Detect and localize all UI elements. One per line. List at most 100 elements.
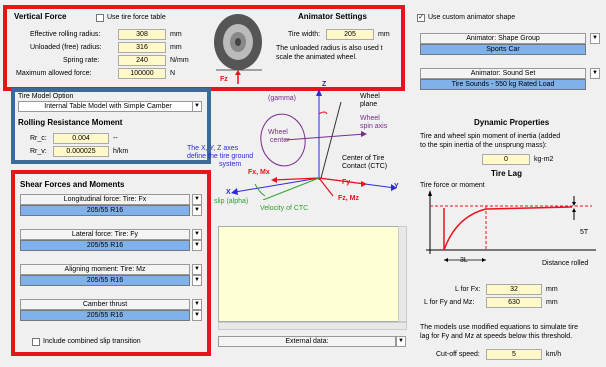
rolling-resistance-title: Rolling Resistance Moment [18,118,123,127]
sound-set-label: Animator: Sound Set [420,68,586,79]
tire-lag-chart [426,190,596,262]
camber-thrust-label: Camber thrust [20,299,190,310]
tire-width-input[interactable]: 205 [326,29,374,40]
vertical-force-title: Vertical Force [14,12,67,21]
lateral-force-label: Lateral force: Tire: Fy [20,229,190,240]
lag-note-2: lag for Fy and Mz at speeds below this t… [420,333,573,340]
fx-mx-label: Fx, Mx [248,169,270,176]
aligning-moment-value[interactable]: 205/55 R16 [20,275,190,286]
shape-group-dropdown-arrow[interactable]: ▼ [590,33,600,44]
l-fx-input[interactable]: 32 [486,284,542,295]
ctc-label-2: Contact (CTC) [342,163,388,170]
external-data-arrow[interactable]: ▼ [396,336,406,347]
tire-model-option-label: Tire Model Option [18,93,74,100]
fz-label: Fz [220,76,228,83]
tire-illustration [214,14,262,84]
longitudinal-force-arrow[interactable]: ▼ [192,194,202,205]
use-tire-force-table-label: Use tire force table [107,14,166,21]
tire-axes-diagram [231,89,397,200]
velocity-ctc-label: Velocity of CTC [260,205,309,212]
notes-vertical-scrollbar[interactable] [398,226,407,322]
wheel-plane-label-2: plane [360,101,378,108]
spin-axis-label-2: spin axis [360,123,388,130]
inertia-text-2: to the spin inertia of the unsprung mass… [420,142,547,149]
tire-lag-title: Tire Lag [491,169,522,178]
x-axis-label: X [226,189,231,196]
slip-alpha-label: slip (alpha) [214,198,249,205]
lag-chart-3l-label: 3L [460,257,468,264]
l-fymz-input[interactable]: 630 [486,297,542,308]
tire-model-option-arrow[interactable]: ▼ [192,101,202,112]
y-axis-label: Y [394,183,399,190]
z-axis-label: Z [322,81,327,88]
lateral-force-arrow[interactable]: ▼ [192,229,202,240]
shape-group-value[interactable]: Sports Car [420,44,586,55]
unloaded-radius-unit: mm [170,44,182,51]
cutoff-speed-unit: km/h [546,351,562,358]
custom-animator-shape-checkbox[interactable]: ✓ [417,14,425,22]
fz-mz-label: Fz, Mz [338,195,359,202]
l-fymz-label: L for Fy and Mz: [424,299,475,306]
spring-rate-label: Spring rate: [63,57,100,64]
unloaded-radius-note-1: The unloaded radius is also used t [276,45,383,52]
notes-textarea[interactable] [218,226,407,322]
lag-chart-x-label: Distance rolled [542,260,589,267]
longitudinal-force-label: Longitudinal force: Tire: Fx [20,194,190,205]
cutoff-speed-label: Cut-off speed: [436,351,480,358]
camber-thrust-arrow[interactable]: ▼ [192,299,202,310]
gamma-label: (gamma) [268,95,297,102]
lag-chart-5t-label: 5T [580,229,589,236]
shear-forces-title: Shear Forces and Moments [20,180,125,189]
effective-rolling-radius-unit: mm [170,31,182,38]
wheel-center-label-2: center [270,137,290,144]
l-fx-unit: mm [546,286,558,293]
rr-v-label: Rr_v: [30,148,47,155]
l-fx-label: L for Fx: [455,286,481,293]
combined-slip-checkbox[interactable] [32,338,40,346]
longitudinal-force-value[interactable]: 205/55 R16 [20,205,190,216]
tire-model-option-dropdown[interactable]: Internal Table Model with Simple Camber [18,101,198,112]
custom-animator-shape-label: Use custom animator shape [428,14,516,21]
sound-set-value[interactable]: Tire Sounds - 550 kg Rated Load [420,79,586,90]
aligning-moment-arrow[interactable]: ▼ [192,264,202,275]
max-force-input[interactable]: 100000 [118,68,166,79]
effective-rolling-radius-label: Effective rolling radius: [30,31,101,38]
inertia-input[interactable]: 0 [482,154,530,165]
unloaded-radius-label: Unloaded (free) radius: [30,44,102,51]
sound-set-dropdown-arrow[interactable]: ▼ [590,68,600,79]
unloaded-radius-note-2: scale the animated wheel. [276,54,357,61]
rr-c-label: Rr_c: [30,135,47,142]
max-force-unit: N [170,70,176,77]
spring-rate-unit: N/mm [170,57,189,64]
aligning-moment-label: Aligning moment: Tire: Mz [20,264,190,275]
xyz-note-3: system [219,161,242,168]
notes-horizontal-scrollbar[interactable] [218,322,407,330]
shape-group-label: Animator: Shape Group [420,33,586,44]
spring-rate-input[interactable]: 240 [118,55,166,66]
camber-thrust-value[interactable]: 205/55 R16 [20,310,190,321]
rr-c-input[interactable]: 0.004 [53,133,109,144]
effective-rolling-radius-input[interactable]: 308 [118,29,166,40]
use-tire-force-table-checkbox[interactable] [96,14,104,22]
tire-width-unit: mm [378,31,390,38]
fy-label: Fy [342,179,351,186]
inertia-text-1: Tire and wheel spin moment of inertia (a… [420,133,561,140]
lateral-force-value-arrow[interactable]: ▼ [192,240,202,251]
tire-width-label: Tire width: [288,31,321,38]
lateral-force-value[interactable]: 205/55 R16 [20,240,190,251]
dynamic-properties-title: Dynamic Properties [474,118,550,127]
inertia-unit: kg-m2 [534,156,554,163]
max-force-label: Maximum allowed force: [16,70,92,77]
l-fymz-unit: mm [546,299,558,306]
unloaded-radius-input[interactable]: 316 [118,42,166,53]
aligning-moment-value-arrow[interactable]: ▼ [192,275,202,286]
camber-thrust-value-arrow[interactable]: ▼ [192,310,202,321]
combined-slip-label: Include combined slip transition [43,338,141,345]
cutoff-speed-input[interactable]: 5 [486,349,542,360]
rr-c-unit: -- [113,135,118,142]
lag-note-1: The models use modified equations to sim… [420,324,578,331]
rr-v-unit: h/km [113,148,129,155]
longitudinal-force-value-arrow[interactable]: ▼ [192,205,202,216]
rr-v-input[interactable]: 0.000025 [53,146,109,157]
external-data-dropdown[interactable]: External data: [218,336,396,347]
